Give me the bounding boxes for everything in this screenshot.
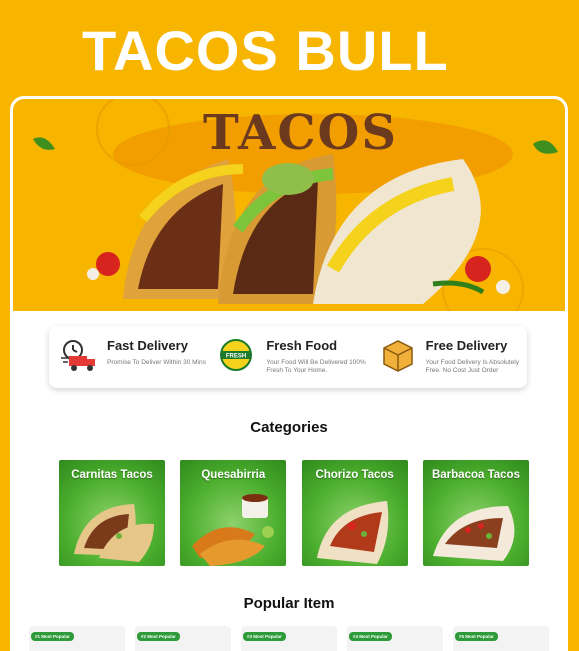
popular-item-card[interactable]: #4 Most Popular	[347, 626, 443, 651]
category-label: Carnitas Tacos	[71, 469, 153, 481]
popular-item-card[interactable]: #5 Most Popular	[453, 626, 549, 651]
category-label: Chorizo Tacos	[315, 469, 394, 481]
feature-fresh-food: FRESH Fresh Food Your Food Will Be Deliv…	[208, 326, 367, 388]
package-box-icon	[382, 340, 413, 372]
category-label: Barbacoa Tacos	[431, 469, 520, 481]
category-label: Quesabirria	[201, 469, 266, 481]
popular-badge: #5 Most Popular	[455, 632, 498, 641]
popular-list: #1 Most Popular #2 Most Popular #3 Most …	[29, 626, 549, 651]
categories-title: Categories	[250, 419, 328, 436]
popular-item-card[interactable]: #1 Most Popular	[29, 626, 125, 651]
feature-desc: Your Food Will Be Delivered 100% Fresh T…	[266, 359, 366, 374]
category-card[interactable]: Carnitas Tacos	[59, 460, 165, 566]
feature-desc: Promise To Deliver Within 30 Mins	[107, 359, 206, 366]
popular-item-card[interactable]: #3 Most Popular	[241, 626, 337, 651]
taco-image	[74, 504, 154, 562]
feature-title: Fast Delivery	[107, 338, 188, 353]
feature-desc: Your Food Delivery Is Absolutely Free. N…	[425, 359, 519, 374]
delivery-truck-icon	[61, 340, 95, 371]
popular-badge: #1 Most Popular	[31, 632, 74, 641]
feature-title: Fresh Food	[266, 338, 338, 353]
feature-fast-delivery: Fast Delivery Promise To Deliver Within …	[49, 326, 208, 388]
fresh-badge-icon: FRESH	[220, 339, 253, 371]
category-card[interactable]: Quesabirria	[180, 460, 287, 566]
categories-grid: Carnitas Tacos Quesabirria Chorizo Tacos	[59, 460, 529, 566]
hero-banner: TACOS	[13, 99, 565, 311]
feature-title: Free Delivery	[425, 338, 508, 353]
hero-title: TACOS	[203, 105, 399, 161]
app-screen: TACOS Fast Delivery Promise To Deliver W…	[10, 96, 568, 651]
feature-free-delivery: Free Delivery Your Food Delivery Is Abso…	[368, 326, 527, 388]
category-card[interactable]: Barbacoa Tacos	[422, 460, 529, 566]
popular-badge: #3 Most Popular	[243, 632, 286, 641]
quesabirria-image	[192, 494, 275, 566]
popular-item-card[interactable]: #2 Most Popular	[135, 626, 231, 651]
brand-title: TACOS BULL	[82, 19, 449, 82]
popular-badge: #2 Most Popular	[137, 632, 180, 641]
fresh-badge-text: FRESH	[226, 354, 246, 360]
taco-image	[432, 506, 515, 561]
features-card: Fast Delivery Promise To Deliver Within …	[49, 326, 527, 388]
taco-image	[316, 501, 388, 564]
popular-badge: #4 Most Popular	[349, 632, 392, 641]
category-card[interactable]: Chorizo Tacos	[301, 460, 408, 566]
popular-title: Popular Item	[243, 595, 335, 612]
